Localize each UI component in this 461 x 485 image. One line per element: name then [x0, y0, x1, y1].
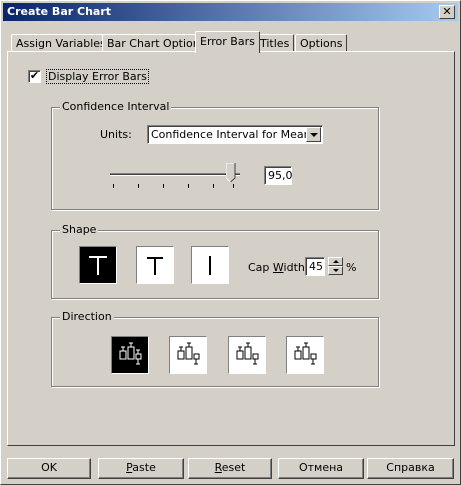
display-error-bars-label[interactable]: Display Error Bars [46, 69, 149, 84]
confidence-slider-track[interactable] [110, 173, 240, 176]
reset-button[interactable]: Reset [188, 458, 272, 479]
units-select-value: Confidence Interval for Mean [151, 128, 311, 141]
shape-line-only-button[interactable] [191, 246, 229, 284]
error-bar-line-icon [209, 256, 211, 275]
error-bar-full-cap-icon [89, 256, 107, 275]
tab-options[interactable]: Options [295, 34, 348, 52]
cancel-button[interactable]: Отмена [278, 458, 364, 479]
tab-titles[interactable]: Titles [255, 34, 295, 52]
direction-down-icon [236, 342, 259, 365]
cap-width-unit: % [346, 261, 357, 274]
confidence-interval-group: Confidence Interval Units: Confidence In… [51, 100, 379, 210]
direction-group-label: Direction [60, 310, 114, 323]
display-error-bars-checkbox[interactable]: ✔ [28, 70, 41, 83]
confidence-interval-group-label: Confidence Interval [60, 100, 172, 113]
spin-up-icon[interactable] [328, 257, 343, 266]
direction-down-button[interactable] [228, 336, 266, 374]
direction-group: Direction [51, 310, 379, 387]
error-bars-panel: ✔ Display Error Bars Confidence Interval… [7, 51, 455, 446]
title-bar: Create Bar Chart ✕ [3, 3, 458, 21]
tab-error-bars[interactable]: Error Bars [195, 31, 260, 53]
shape-cap-short-button[interactable] [136, 246, 174, 284]
direction-up-icon [177, 342, 200, 365]
chevron-down-icon[interactable] [306, 127, 321, 142]
window-title: Create Bar Chart [7, 5, 112, 18]
direction-both-button[interactable] [111, 336, 149, 374]
direction-up-button[interactable] [169, 336, 207, 374]
create-bar-chart-dialog: Create Bar Chart ✕ Assign Variables Bar … [0, 0, 461, 485]
shape-group-label: Shape [60, 223, 99, 236]
direction-both-icon [119, 342, 142, 365]
confidence-slider-thumb[interactable] [225, 162, 236, 183]
error-bar-short-cap-icon [147, 257, 163, 275]
ok-button[interactable]: OK [7, 458, 91, 479]
cap-width-spinner[interactable] [328, 257, 343, 275]
confidence-value-field[interactable]: 95,0 [264, 166, 293, 185]
shape-cap-full-button[interactable] [79, 246, 117, 284]
shape-group: Shape Cap Width: 45 % [51, 223, 379, 299]
cap-width-label: Cap Width: [248, 261, 309, 274]
units-label: Units: [100, 128, 132, 141]
close-button[interactable]: ✕ [439, 5, 455, 19]
paste-button[interactable]: Paste [98, 458, 184, 479]
help-button[interactable]: Справка [367, 458, 454, 479]
direction-alternate-icon [294, 342, 317, 365]
direction-alternate-button[interactable] [286, 336, 324, 374]
cap-width-field[interactable]: 45 [305, 257, 325, 276]
tab-assign-variables[interactable]: Assign Variables [11, 34, 111, 52]
spin-down-icon[interactable] [328, 266, 343, 275]
units-select[interactable]: Confidence Interval for Mean [147, 125, 323, 144]
